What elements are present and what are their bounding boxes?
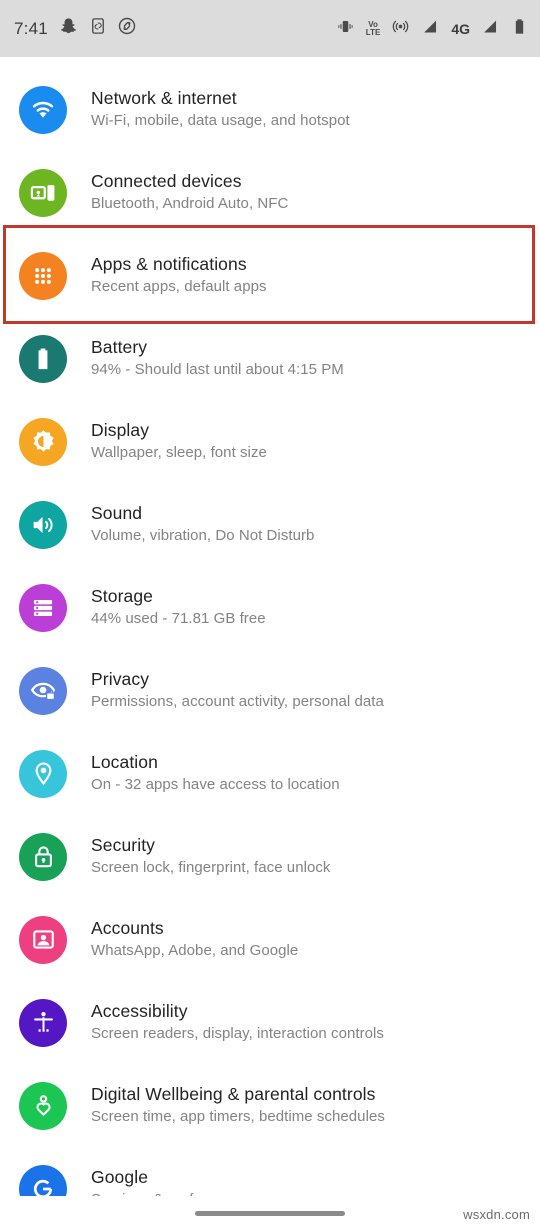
network-4g-icon: 4G (451, 20, 470, 37)
shazam-icon (118, 17, 136, 40)
settings-row-network-and-internet[interactable]: Network & internet Wi-Fi, mobile, data u… (0, 68, 540, 151)
settings-row-text: Battery 94% - Should last until about 4:… (91, 336, 344, 382)
settings-row-connected-devices[interactable]: Connected devices Bluetooth, Android Aut… (0, 151, 540, 234)
snapchat-icon (59, 17, 78, 41)
status-bar-right: Vo LTE 4G (336, 17, 528, 41)
screen-cast-icon (89, 17, 107, 40)
brightness-icon (19, 417, 67, 466)
wellbeing-heart-icon (19, 1081, 67, 1130)
settings-row-title: Storage (91, 585, 153, 606)
settings-row-subtitle: Permissions, account activity, personal … (91, 692, 384, 710)
settings-row-accounts[interactable]: Accounts WhatsApp, Adobe, and Google (0, 898, 540, 981)
settings-row-subtitle: WhatsApp, Adobe, and Google (91, 941, 299, 959)
battery-icon (19, 334, 67, 383)
vibrate-icon (336, 17, 355, 41)
settings-row-text: Accessibility Screen readers, display, i… (91, 1000, 384, 1046)
settings-list: Network & internet Wi-Fi, mobile, data u… (0, 57, 540, 1230)
settings-row-subtitle: Wi-Fi, mobile, data usage, and hotspot (91, 111, 350, 129)
settings-row-text: Network & internet Wi-Fi, mobile, data u… (91, 87, 350, 133)
settings-row-text: Security Screen lock, fingerprint, face … (91, 834, 330, 880)
settings-row-subtitle: Screen time, app timers, bedtime schedul… (91, 1107, 385, 1125)
settings-row-storage[interactable]: Storage 44% used - 71.81 GB free (0, 566, 540, 649)
settings-row-text: Sound Volume, vibration, Do Not Disturb (91, 502, 314, 548)
settings-row-text: Digital Wellbeing & parental controls Sc… (91, 1083, 385, 1129)
lock-icon (19, 832, 67, 881)
settings-row-title: Accounts (91, 917, 164, 938)
site-watermark: wsxdn.com (463, 1207, 530, 1222)
settings-row-title: Sound (91, 502, 143, 523)
settings-row-subtitle: 94% - Should last until about 4:15 PM (91, 360, 344, 378)
settings-row-subtitle: 44% used - 71.81 GB free (91, 609, 266, 627)
settings-row-subtitle: Screen readers, display, interaction con… (91, 1024, 384, 1042)
battery-icon (511, 17, 528, 41)
settings-row-text: Connected devices Bluetooth, Android Aut… (91, 170, 288, 216)
status-bar: 7:41 Vo LTE 4G (0, 0, 540, 57)
settings-row-title: Google (91, 1166, 149, 1187)
connected-devices-icon (19, 168, 67, 217)
settings-row-title: Accessibility (91, 1000, 188, 1021)
settings-row-text: Accounts WhatsApp, Adobe, and Google (91, 917, 298, 963)
settings-row-display[interactable]: Display Wallpaper, sleep, font size (0, 400, 540, 483)
settings-row-accessibility[interactable]: Accessibility Screen readers, display, i… (0, 981, 540, 1064)
gesture-nav-bar[interactable] (0, 1196, 540, 1230)
settings-row-apps-and-notifications[interactable]: Apps & notifications Recent apps, defaul… (0, 225, 540, 324)
settings-row-text: Storage 44% used - 71.81 GB free (91, 585, 266, 631)
account-person-icon (19, 915, 67, 964)
phone-screen: 7:41 Vo LTE 4G Network & internet Wi-Fi,… (0, 0, 540, 1230)
settings-row-text: Location On - 32 apps have access to loc… (91, 751, 340, 797)
settings-row-title: Battery (91, 336, 148, 357)
settings-row-title: Display (91, 419, 150, 440)
home-gesture-pill[interactable] (195, 1210, 345, 1216)
storage-icon (19, 583, 67, 632)
settings-row-title: Connected devices (91, 170, 242, 191)
settings-row-digital-wellbeing[interactable]: Digital Wellbeing & parental controls Sc… (0, 1064, 540, 1147)
settings-row-title: Privacy (91, 668, 150, 689)
settings-row-text: Display Wallpaper, sleep, font size (91, 419, 267, 465)
settings-row-title: Security (91, 834, 156, 855)
settings-row-sound[interactable]: Sound Volume, vibration, Do Not Disturb (0, 483, 540, 566)
settings-row-title: Digital Wellbeing & parental controls (91, 1083, 376, 1104)
settings-row-subtitle: Bluetooth, Android Auto, NFC (91, 194, 289, 212)
location-pin-icon (19, 749, 67, 798)
accessibility-icon (19, 998, 67, 1047)
settings-row-subtitle: Volume, vibration, Do Not Disturb (91, 526, 315, 544)
signal-sim2-icon (481, 17, 500, 41)
settings-row-title: Apps & notifications (91, 253, 247, 274)
status-bar-left: 7:41 (14, 17, 136, 41)
volte-icon: Vo LTE (365, 19, 381, 37)
settings-row-location[interactable]: Location On - 32 apps have access to loc… (0, 732, 540, 815)
signal-sim1-icon (421, 17, 440, 41)
settings-row-subtitle: Recent apps, default apps (91, 277, 267, 295)
apps-grid-icon (19, 251, 67, 300)
settings-row-title: Network & internet (91, 87, 237, 108)
privacy-eye-icon (19, 666, 67, 715)
settings-row-text: Privacy Permissions, account activity, p… (91, 668, 384, 714)
settings-row-subtitle: Wallpaper, sleep, font size (91, 443, 267, 461)
settings-row-subtitle: Screen lock, fingerprint, face unlock (91, 858, 331, 876)
status-bar-clock: 7:41 (14, 18, 48, 38)
settings-row-subtitle: On - 32 apps have access to location (91, 775, 340, 793)
settings-row-security[interactable]: Security Screen lock, fingerprint, face … (0, 815, 540, 898)
volume-icon (19, 500, 67, 549)
hotspot-icon (391, 17, 410, 41)
settings-row-text: Apps & notifications Recent apps, defaul… (91, 253, 267, 299)
settings-row-battery[interactable]: Battery 94% - Should last until about 4:… (0, 317, 540, 400)
wifi-icon (19, 85, 67, 134)
settings-row-privacy[interactable]: Privacy Permissions, account activity, p… (0, 649, 540, 732)
settings-row-title: Location (91, 751, 158, 772)
